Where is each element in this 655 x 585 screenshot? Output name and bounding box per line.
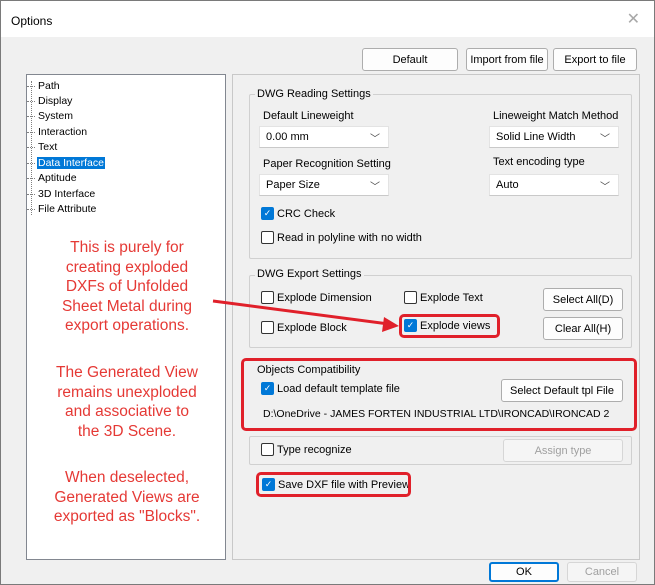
- default-button[interactable]: Default: [362, 48, 458, 71]
- chevron-down-icon: ﹀: [600, 134, 610, 145]
- encoding-select[interactable]: Auto ﹀: [489, 174, 619, 196]
- chevron-down-icon: ﹀: [600, 182, 610, 193]
- dwg-reading-title: DWG Reading Settings: [255, 88, 373, 100]
- annotation-paragraph-3: When deselected, Generated Views are exp…: [53, 469, 201, 525]
- select-all-button[interactable]: Select All(D): [543, 288, 623, 311]
- match-method-select[interactable]: Solid Line Width ﹀: [489, 126, 619, 148]
- title-bar: Options ✕: [1, 1, 654, 37]
- ok-button[interactable]: OK: [489, 562, 559, 582]
- options-dialog: Options ✕ Default Import from file Expor…: [0, 0, 655, 585]
- explode-text-checkbox[interactable]: Explode Text: [404, 291, 483, 304]
- explode-views-highlight: [399, 314, 500, 338]
- export-to-file-button[interactable]: Export to file: [553, 48, 637, 71]
- save-dxf-highlight: [256, 472, 411, 497]
- load-template-checkbox[interactable]: ✓ Load default template file: [261, 382, 400, 395]
- tree-item-aptitude[interactable]: Aptitude: [27, 171, 78, 185]
- lineweight-label: Default Lineweight: [263, 110, 354, 122]
- tree-item-file-attribute[interactable]: File Attribute: [27, 202, 97, 216]
- encoding-label: Text encoding type: [493, 156, 585, 168]
- tree-item-display[interactable]: Display: [27, 94, 73, 108]
- lineweight-select[interactable]: 0.00 mm ﹀: [259, 126, 389, 148]
- explode-block-checkbox[interactable]: Explode Block: [261, 321, 347, 334]
- objects-compat-title: Objects Compatibility: [257, 364, 361, 376]
- dwg-export-title: DWG Export Settings: [255, 268, 364, 280]
- type-recognize-checkbox[interactable]: Type recognize: [261, 443, 352, 456]
- tree-item-interaction[interactable]: Interaction: [27, 125, 88, 139]
- close-icon[interactable]: ✕: [627, 9, 640, 29]
- checkmark-icon: ✓: [261, 207, 274, 220]
- template-path: D:\OneDrive - JAMES FORTEN INDUSTRIAL LT…: [263, 408, 610, 420]
- annotation-paragraph-2: The Generated View remains unexploded an…: [56, 364, 198, 440]
- polyline-checkbox[interactable]: Read in polyline with no width: [261, 231, 422, 244]
- tree-item-3d-interface[interactable]: 3D Interface: [27, 187, 96, 201]
- match-method-label: Lineweight Match Method: [493, 110, 619, 122]
- import-from-file-button[interactable]: Import from file: [466, 48, 548, 71]
- checkmark-icon: ✓: [261, 382, 274, 395]
- clear-all-button[interactable]: Clear All(H): [543, 317, 623, 340]
- chevron-down-icon: ﹀: [370, 134, 380, 145]
- tree-item-system[interactable]: System: [27, 109, 74, 123]
- explode-dimension-checkbox[interactable]: Explode Dimension: [261, 291, 372, 304]
- paper-recognition-select[interactable]: Paper Size ﹀: [259, 174, 389, 196]
- tree-item-path[interactable]: Path: [27, 79, 61, 93]
- paper-recognition-label: Paper Recognition Setting: [263, 158, 391, 170]
- chevron-down-icon: ﹀: [370, 182, 380, 193]
- window-title: Options: [11, 14, 53, 28]
- tree-item-data-interface[interactable]: Data Interface: [27, 156, 105, 170]
- cancel-button[interactable]: Cancel: [567, 562, 637, 582]
- assign-type-button[interactable]: Assign type: [503, 439, 623, 462]
- select-default-tpl-button[interactable]: Select Default tpl File: [501, 379, 623, 402]
- annotation-paragraph-1: This is purely for creating exploded DXF…: [61, 239, 193, 334]
- tree-item-text[interactable]: Text: [27, 140, 58, 154]
- crc-check-checkbox[interactable]: ✓ CRC Check: [261, 207, 335, 220]
